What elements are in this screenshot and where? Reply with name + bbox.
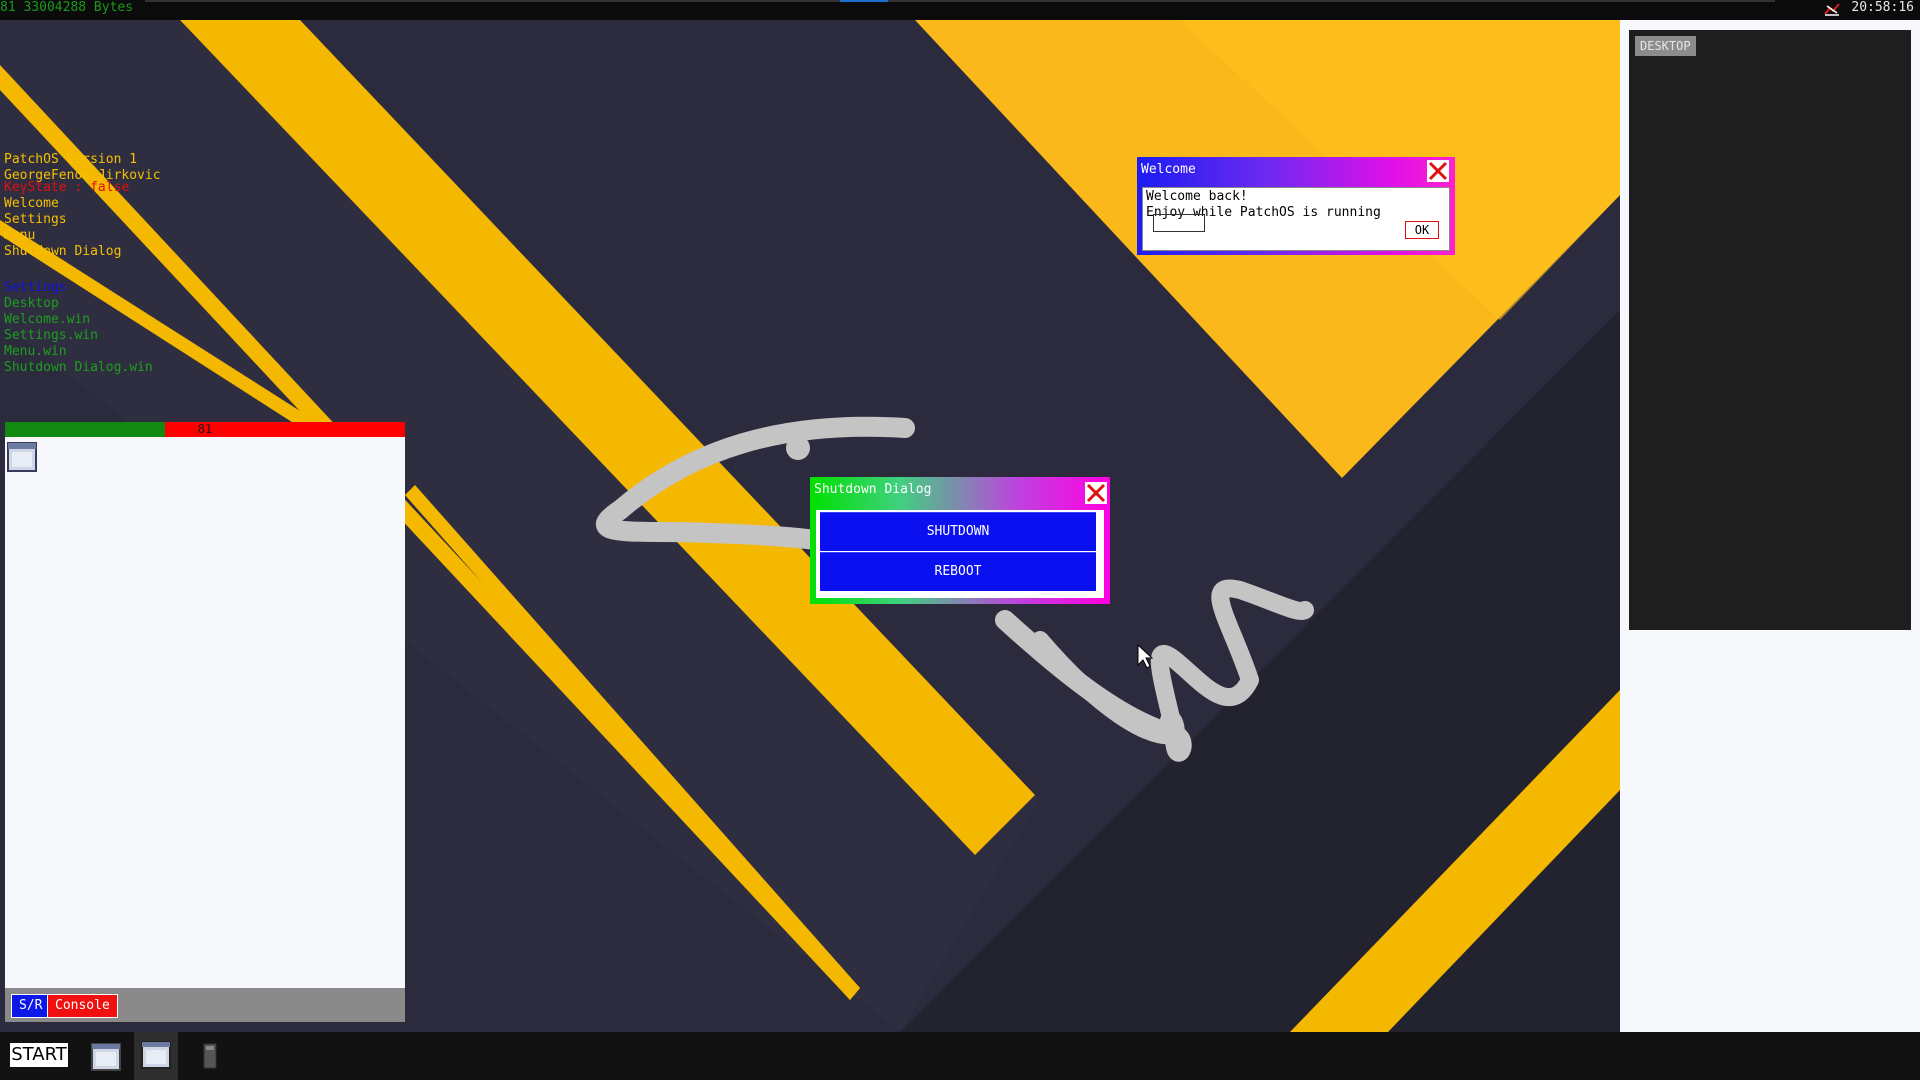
welcome-input-box[interactable] <box>1153 214 1205 232</box>
system-info: PatchOS Version 1 GeorgeFenoo Jirkovic K… <box>4 152 161 376</box>
ok-button[interactable]: OK <box>1405 221 1439 239</box>
window-item-shutdown-dialog[interactable]: Shutdown Dialog.win <box>4 360 161 376</box>
network-status-icon[interactable] <box>1824 2 1840 16</box>
sr-button[interactable]: S/R <box>11 994 51 1018</box>
program-item-welcome[interactable]: Welcome <box>4 196 161 212</box>
desktop-panel: DESKTOP <box>1629 30 1911 630</box>
shutdown-dialog-title: Shutdown Dialog <box>814 482 932 497</box>
panel-progress-track: 81 <box>5 422 405 437</box>
panel-count-label: 81 <box>197 422 213 436</box>
topbar-indicator <box>840 0 888 2</box>
taskbar-window-icon-active[interactable] <box>134 1032 178 1080</box>
file-panel: 81 S/R Console <box>5 422 405 1022</box>
welcome-window-title: Welcome <box>1141 162 1196 177</box>
shutdown-dialog-body: SHUTDOWN REBOOT <box>816 510 1104 598</box>
program-item-shutdown-dialog[interactable]: Shutdown Dialog <box>4 244 161 260</box>
close-icon[interactable] <box>1427 160 1449 182</box>
reboot-button[interactable]: REBOOT <box>820 552 1096 591</box>
start-button[interactable]: START <box>8 1041 70 1069</box>
top-bar: 81 33004288 Bytes 20:58:16 <box>0 0 1920 20</box>
taskbar: START <box>0 1032 1920 1080</box>
program-item-settings[interactable]: Settings <box>4 212 161 228</box>
window-item-desktop[interactable]: Desktop <box>4 296 161 312</box>
section-label-settings: Settings <box>4 280 67 295</box>
window-icon[interactable] <box>7 442 37 472</box>
window-item-welcome[interactable]: Welcome.win <box>4 312 161 328</box>
taskbar-window-icon[interactable] <box>86 1036 126 1076</box>
program-item-menu[interactable]: Menu <box>4 228 161 244</box>
welcome-window-body: Welcome back! Enjoy while PatchOS is run… <box>1142 187 1450 251</box>
welcome-window[interactable]: Welcome Welcome back! Enjoy while PatchO… <box>1137 157 1455 255</box>
clock: 20:58:16 <box>1851 0 1914 15</box>
desktop-label[interactable]: DESKTOP <box>1635 36 1696 56</box>
shutdown-dialog-window[interactable]: Shutdown Dialog SHUTDOWN REBOOT <box>810 477 1110 604</box>
window-item-settings[interactable]: Settings.win <box>4 328 161 344</box>
topbar-divider <box>145 0 1775 2</box>
os-version-label: PatchOS Version 1 <box>4 152 138 167</box>
memory-readout: 81 33004288 Bytes <box>0 0 134 15</box>
terminal-icon[interactable] <box>190 1036 230 1076</box>
shutdown-button[interactable]: SHUTDOWN <box>820 512 1096 551</box>
close-icon[interactable] <box>1085 482 1107 504</box>
panel-footer: S/R Console <box>5 988 405 1022</box>
console-button[interactable]: Console <box>47 994 118 1018</box>
window-item-menu[interactable]: Menu.win <box>4 344 161 360</box>
welcome-message-line1: Welcome back! <box>1146 189 1248 204</box>
